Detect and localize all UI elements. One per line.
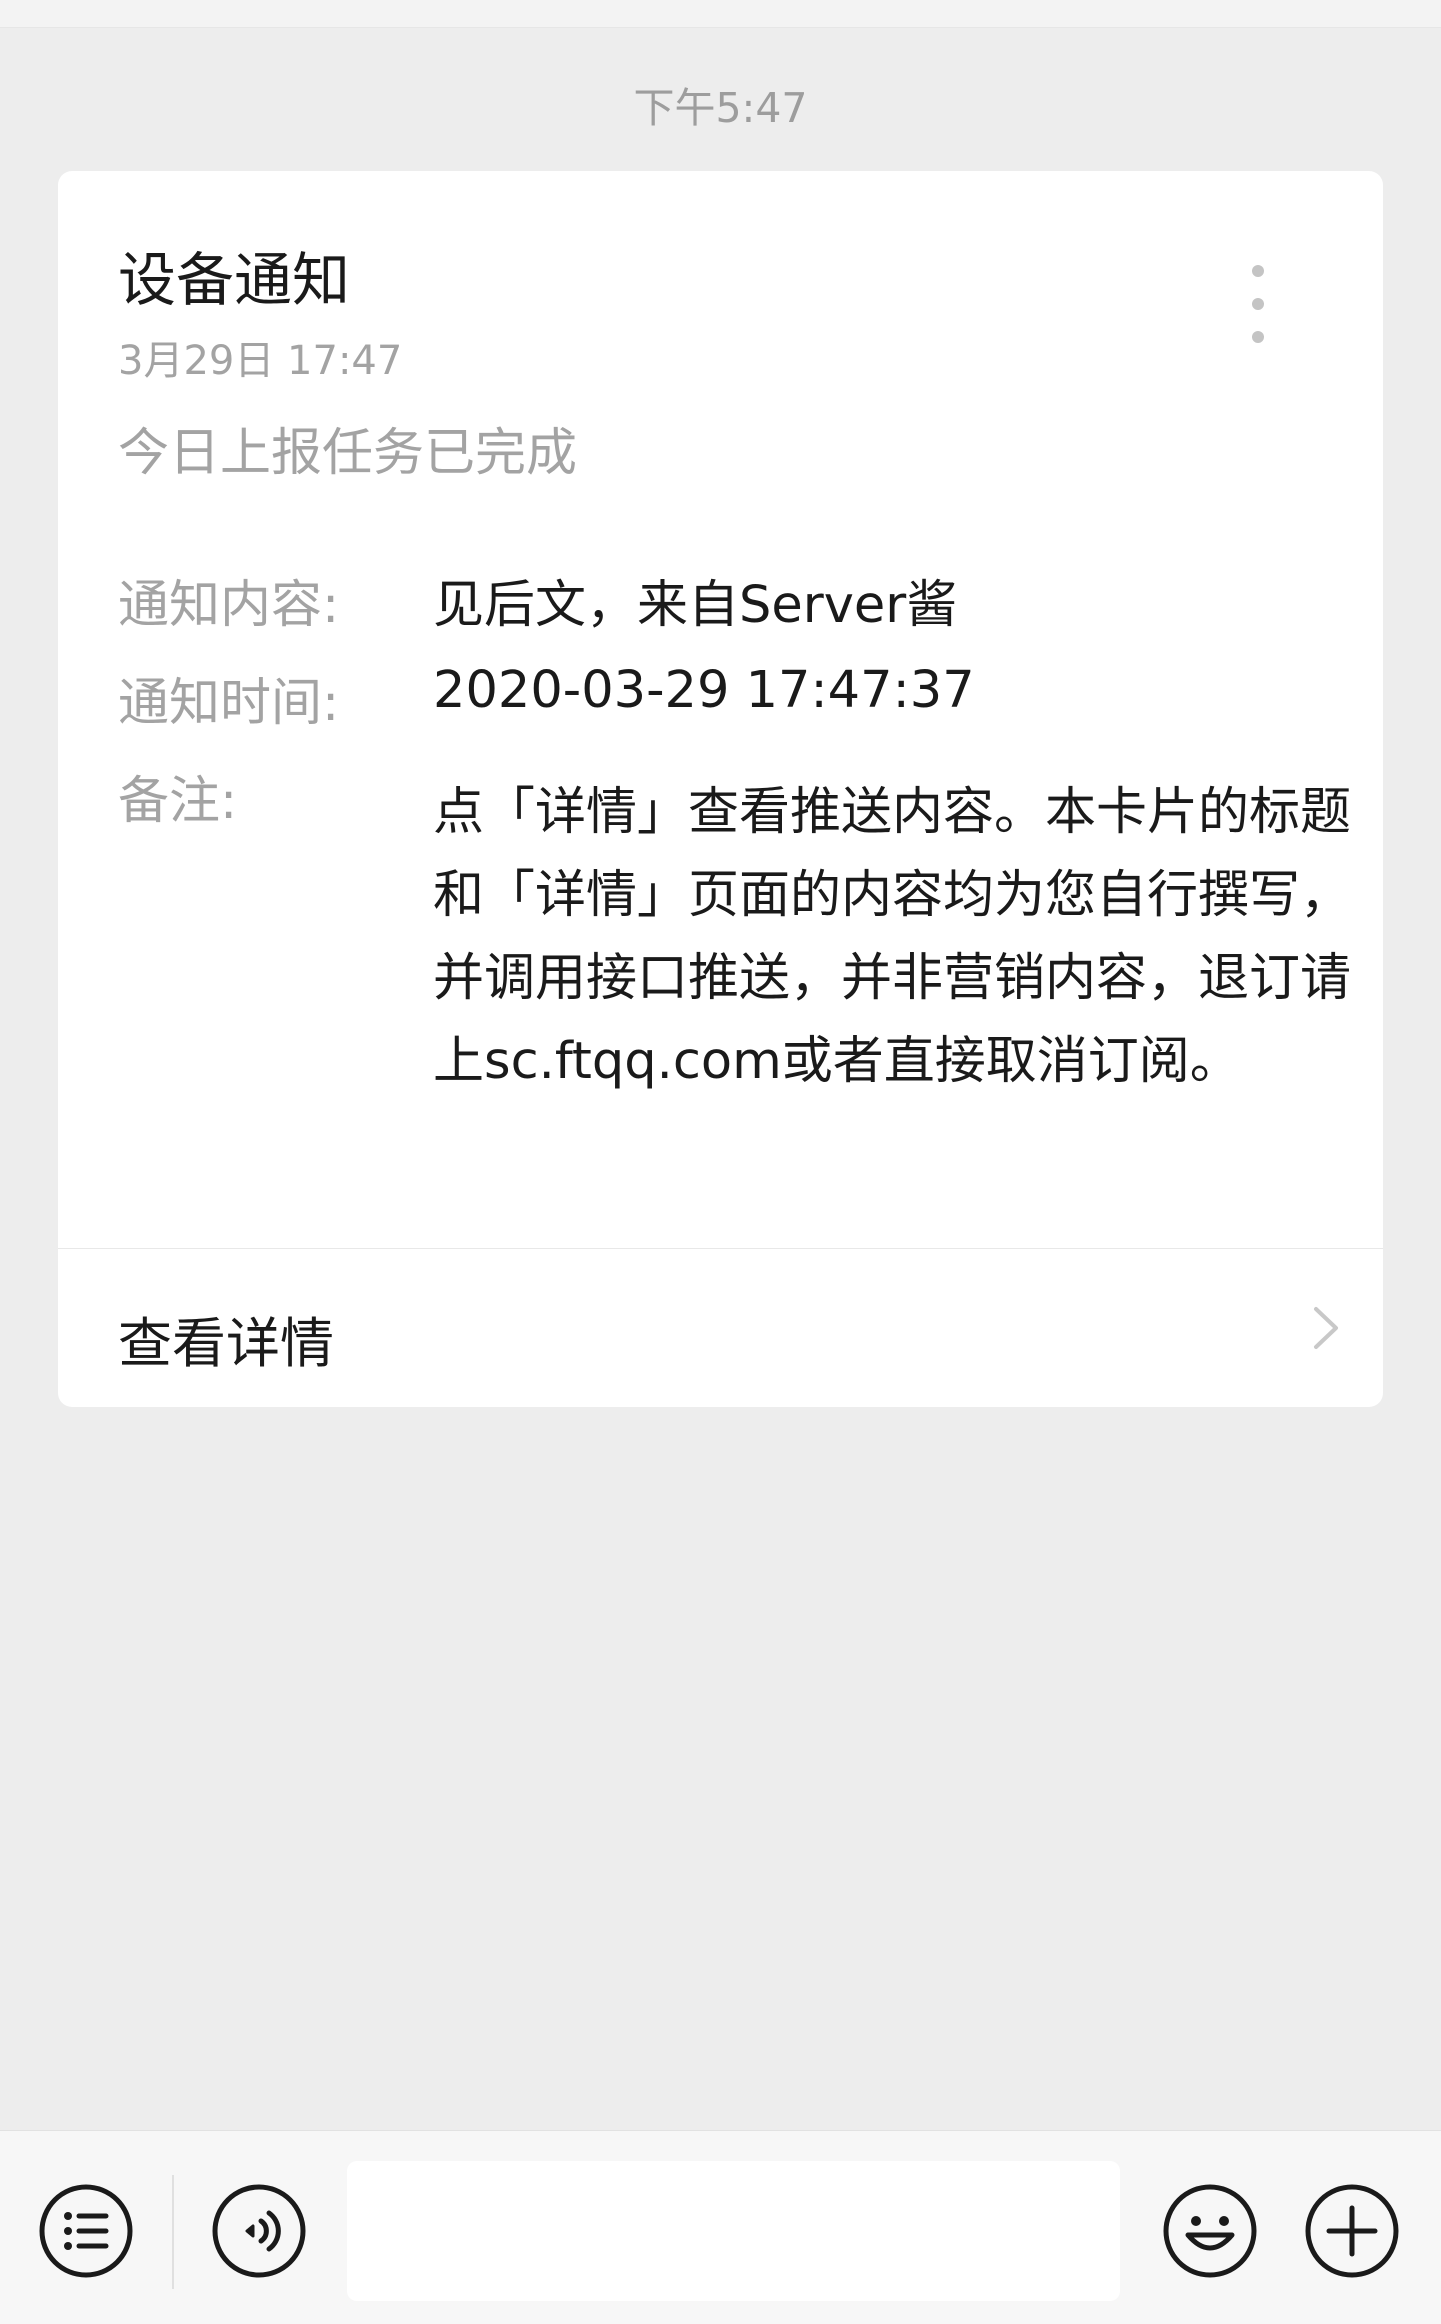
card-subtitle: 今日上报任务已完成 <box>118 424 578 483</box>
field-value-note: 点「详情」查看推送内容。本卡片的标题和「详情」页面的内容均为您自行撰写，并调用接… <box>433 783 1352 1091</box>
field-label-note: 备注: <box>118 772 238 831</box>
field-value-time: 2020-03-29 17:47:37 <box>433 661 975 720</box>
field-value-content: 见后文，来自Server酱 <box>433 576 958 635</box>
message-input[interactable] <box>347 2161 1120 2301</box>
field-label-content: 通知内容: <box>118 576 340 635</box>
message-timestamp: 下午5:47 <box>633 84 808 132</box>
emoji-icon[interactable] <box>1160 2181 1260 2281</box>
notification-card[interactable]: 设备通知 3月29日 17:47 今日上报任务已完成 通知内容: 见后文，来自S… <box>58 171 1383 1407</box>
more-dot-icon <box>1252 265 1264 277</box>
plus-icon[interactable] <box>1302 2181 1402 2281</box>
card-title: 设备通知 <box>118 246 351 314</box>
more-options-button[interactable] <box>1233 259 1283 349</box>
card-date: 3月29日 17:47 <box>118 338 403 384</box>
input-bar-separator <box>172 2175 174 2289</box>
voice-icon[interactable] <box>209 2181 309 2281</box>
view-details-button[interactable]: 查看详情 <box>58 1249 1383 1407</box>
chat-screen: 下午5:47 设备通知 3月29日 17:47 今日上报任务已完成 通知内容: … <box>0 0 1441 2324</box>
top-edge <box>0 0 1441 28</box>
chevron-right-icon <box>1314 1307 1338 1349</box>
input-bar <box>0 2130 1441 2324</box>
more-dot-icon <box>1252 331 1264 343</box>
menu-list-icon[interactable] <box>36 2181 136 2281</box>
more-dot-icon <box>1252 298 1264 310</box>
field-label-time: 通知时间: <box>118 674 340 733</box>
view-details-label: 查看详情 <box>118 1312 334 1375</box>
